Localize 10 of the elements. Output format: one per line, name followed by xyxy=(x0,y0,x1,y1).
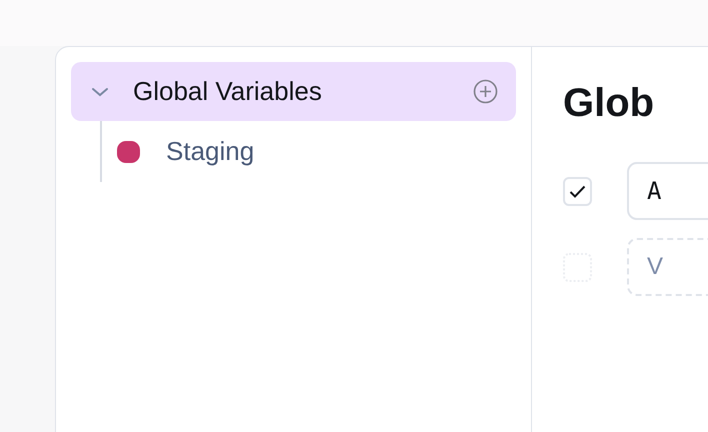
add-icon[interactable] xyxy=(473,79,498,104)
checkmark-icon xyxy=(569,184,586,198)
tree-item-label: Staging xyxy=(166,135,254,168)
tree-item[interactable]: Global Variables xyxy=(71,62,516,121)
checkbox[interactable] xyxy=(563,176,592,206)
tree-item-label: Global Variables xyxy=(133,75,323,108)
variable-field[interactable]: A xyxy=(627,162,708,220)
tree-item[interactable]: Staging xyxy=(102,121,516,182)
page-title: Glob xyxy=(563,80,656,127)
chevron-icon[interactable] xyxy=(91,86,109,96)
